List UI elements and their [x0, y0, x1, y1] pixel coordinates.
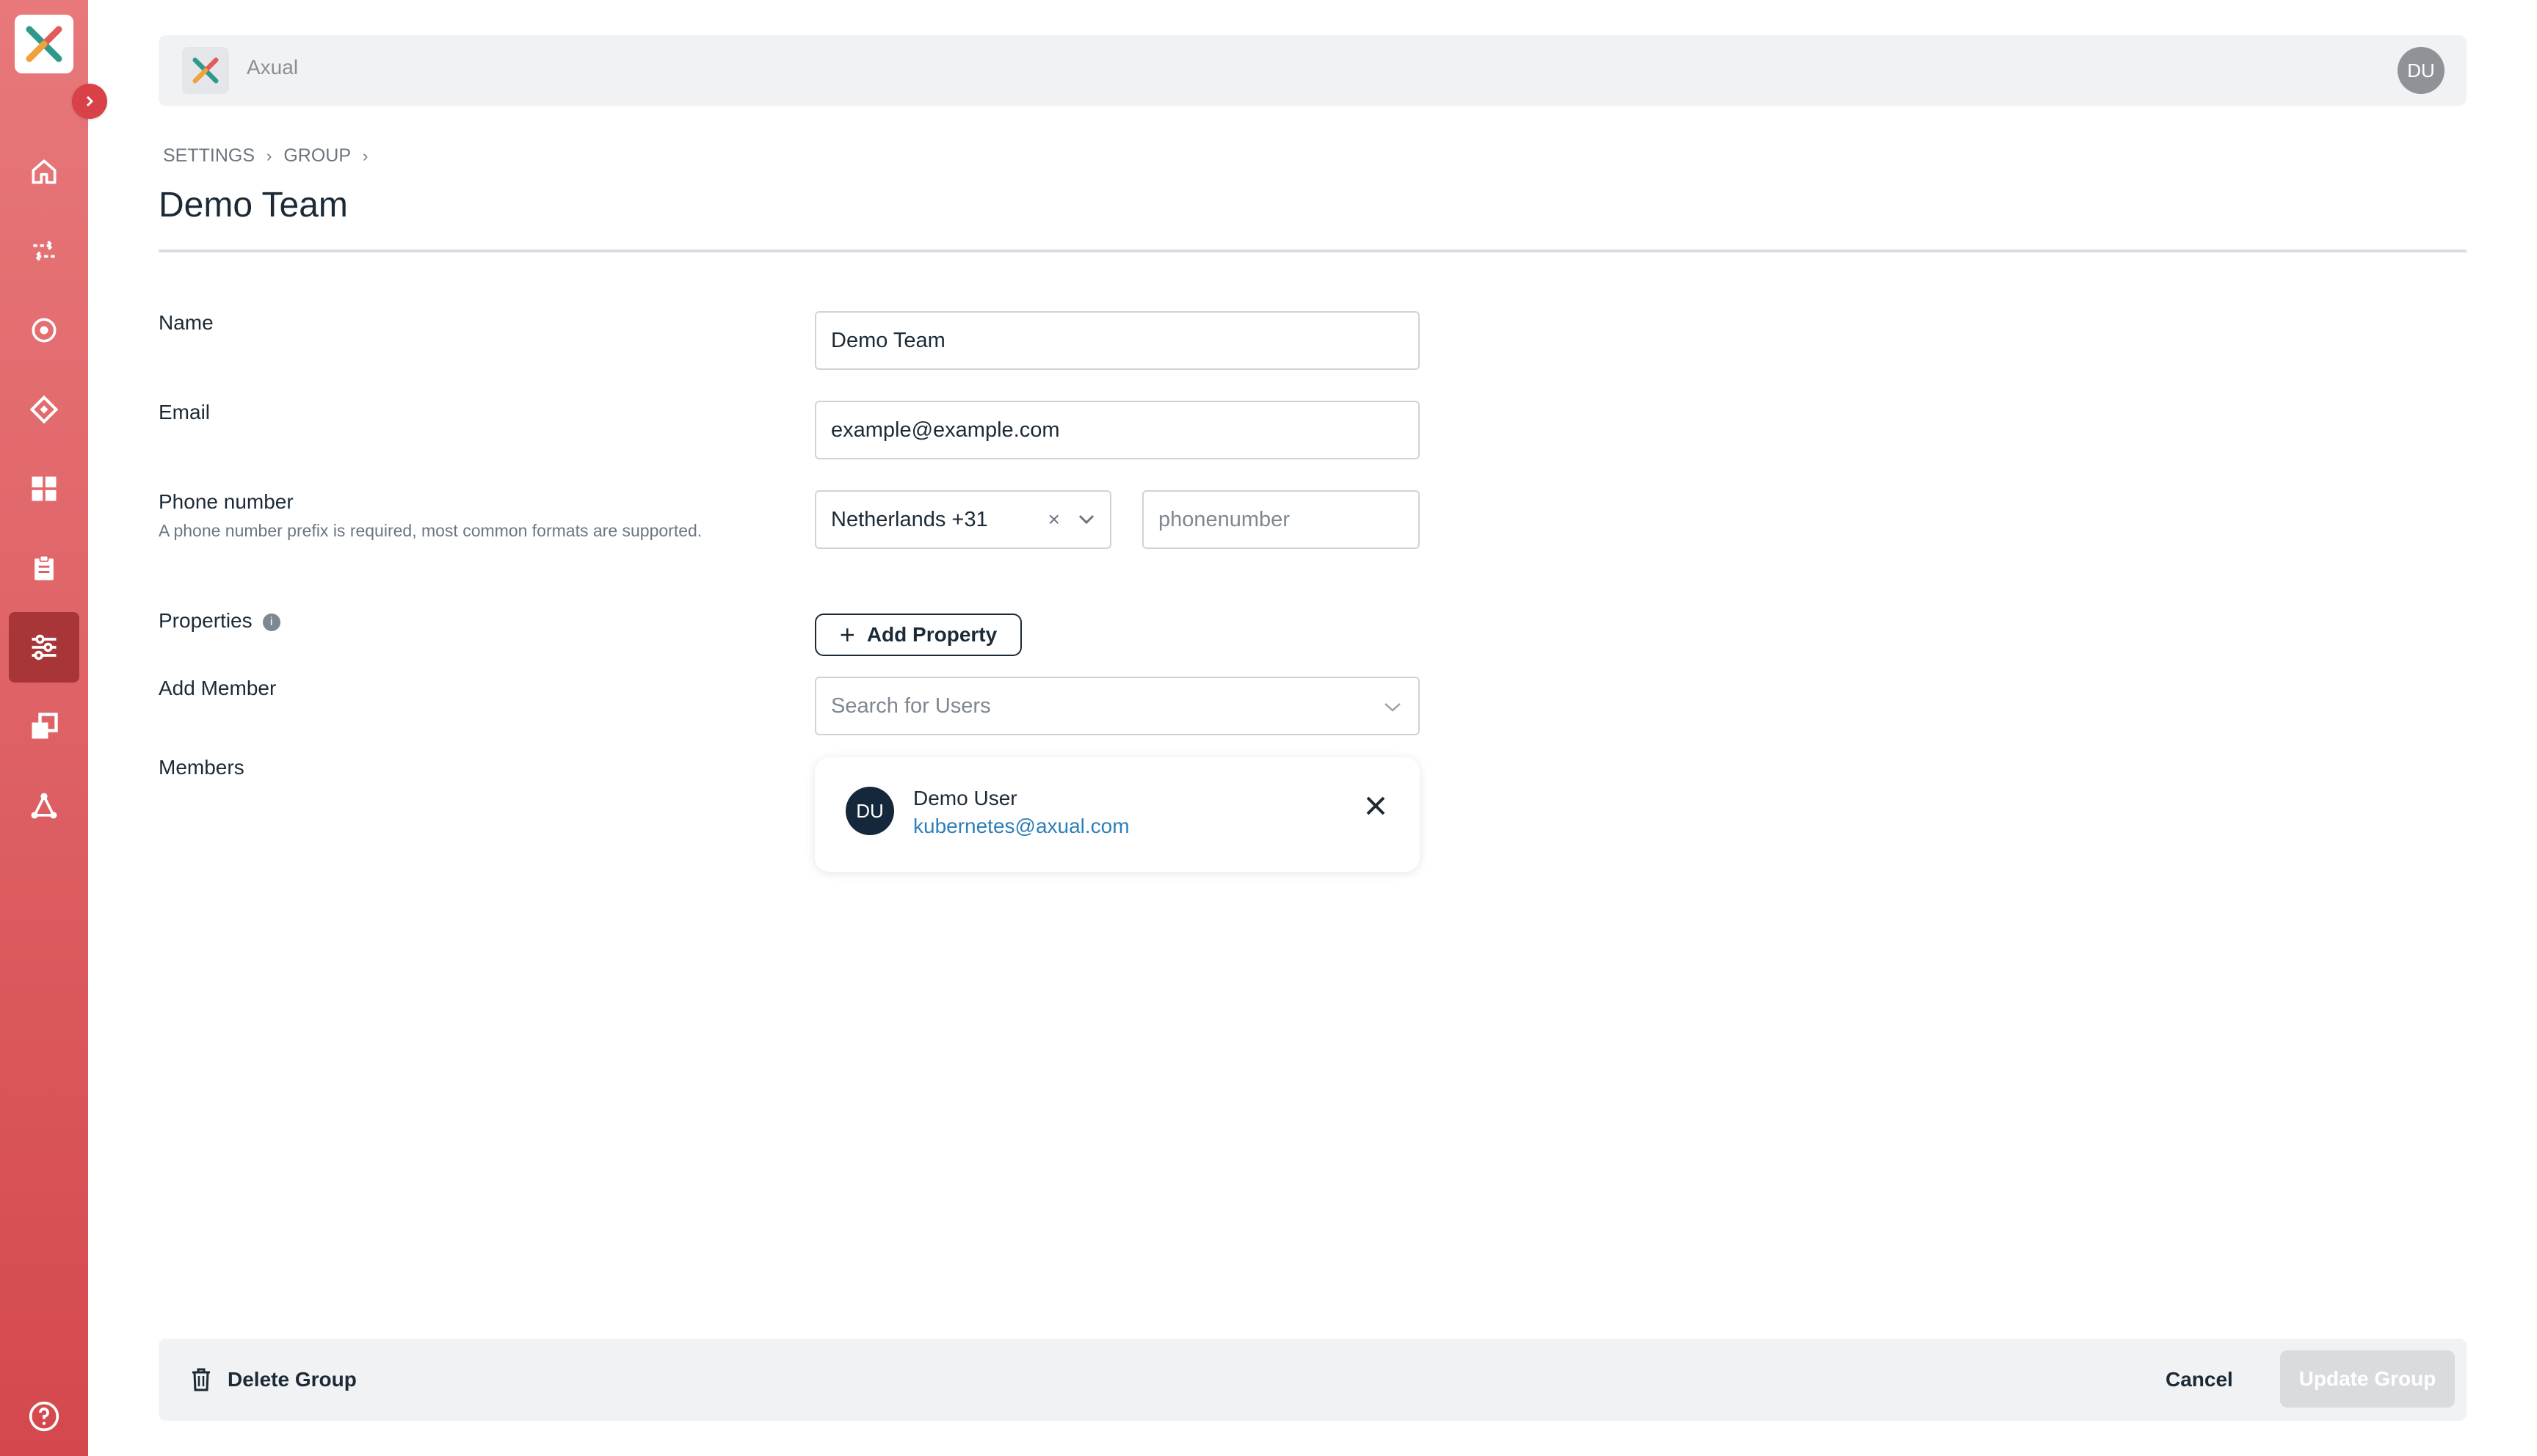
title-divider [159, 250, 2467, 252]
sidebar-item-home[interactable] [9, 136, 79, 207]
page-title: Demo Team [159, 186, 348, 225]
sidebar-item-streams[interactable] [9, 216, 79, 286]
chevron-right-icon: › [266, 146, 272, 165]
chevron-down-icon[interactable] [1383, 702, 1402, 713]
breadcrumb: SETTINGS › GROUP › [163, 145, 380, 167]
member-card: DU Demo User kubernetes@axual.com [815, 757, 1420, 872]
breadcrumb-group[interactable]: GROUP [283, 145, 351, 167]
member-email-link[interactable]: kubernetes@axual.com [913, 815, 1130, 838]
update-group-button[interactable]: Update Group [2280, 1350, 2455, 1408]
help-icon [29, 1401, 59, 1432]
sidebar-item-dashboard[interactable] [9, 454, 79, 524]
footer-action-bar: Delete Group Cancel Update Group [159, 1339, 2467, 1421]
chevron-right-icon [86, 95, 94, 107]
close-icon [1366, 796, 1385, 815]
chevron-down-icon[interactable] [1078, 514, 1095, 525]
environments-icon [32, 713, 58, 739]
sidebar-item-schemas[interactable] [9, 374, 79, 445]
plus-icon: + [839, 619, 855, 649]
phone-number-field[interactable]: phonenumber [1142, 490, 1420, 549]
phone-label: Phone number [159, 490, 294, 513]
member-avatar: DU [846, 787, 894, 835]
tenant-name: Axual [247, 56, 299, 79]
topology-icon [31, 793, 57, 819]
add-property-button[interactable]: + Add Property [815, 614, 1022, 656]
top-bar: Axual DU [159, 35, 2467, 106]
sidebar-item-applications[interactable] [9, 295, 79, 365]
chevron-right-icon: › [363, 146, 369, 165]
search-users-select[interactable]: Search for Users [815, 677, 1420, 735]
sidebar [0, 0, 88, 1456]
search-users-placeholder: Search for Users [831, 694, 991, 718]
axual-logo-icon [26, 26, 62, 62]
axual-logo-icon [192, 57, 219, 84]
email-field[interactable]: example@example.com [815, 401, 1420, 459]
schema-icon [29, 395, 59, 424]
user-avatar[interactable]: DU [2398, 47, 2445, 94]
phone-country-value: Netherlands +31 [831, 507, 988, 531]
member-name: Demo User [913, 787, 1017, 809]
name-field[interactable]: Demo Team [815, 311, 1420, 370]
sidebar-item-environments[interactable] [9, 691, 79, 762]
members-label: Members [159, 756, 244, 779]
axual-logo[interactable] [15, 15, 73, 73]
breadcrumb-settings[interactable]: SETTINGS [163, 145, 255, 167]
cancel-button[interactable]: Cancel [2166, 1358, 2233, 1402]
clipboard-icon [35, 555, 54, 580]
phone-country-select[interactable]: Netherlands +31 × [815, 490, 1111, 549]
name-label: Name [159, 311, 214, 334]
target-icon [32, 318, 57, 343]
sidebar-item-topology[interactable] [9, 771, 79, 841]
phone-helper-text: A phone number prefix is required, most … [159, 521, 703, 540]
email-label: Email [159, 401, 211, 423]
properties-label-text: Properties [159, 609, 253, 632]
home-icon [32, 159, 57, 184]
delete-group-label: Delete Group [228, 1368, 357, 1391]
delete-group-button[interactable]: Delete Group [191, 1358, 357, 1402]
sidebar-item-settings[interactable] [9, 612, 79, 682]
sidebar-expand-button[interactable] [72, 84, 107, 119]
remove-member-button[interactable] [1361, 791, 1390, 820]
add-property-label: Add Property [866, 623, 998, 646]
sidebar-item-requests[interactable] [9, 533, 79, 603]
properties-label: Properties i [159, 609, 280, 633]
info-icon[interactable]: i [262, 613, 280, 631]
dashboard-icon [32, 476, 57, 501]
add-member-label: Add Member [159, 677, 277, 699]
settings-sliders-icon [32, 634, 57, 660]
clear-icon[interactable]: × [1048, 508, 1060, 531]
help-button[interactable] [28, 1400, 60, 1433]
streams-icon [33, 240, 55, 262]
trash-icon [192, 1368, 210, 1391]
tenant-logo[interactable] [182, 47, 229, 94]
